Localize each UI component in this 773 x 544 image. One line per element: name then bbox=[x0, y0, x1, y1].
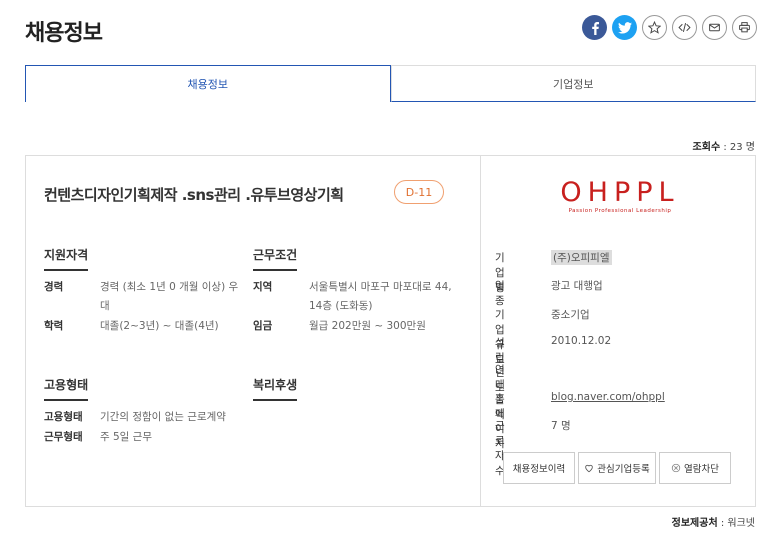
employees-value: 7 명 bbox=[551, 420, 571, 432]
job-title: 컨텐츠디자인기획제작 .sns관리 .유투브영상기획 bbox=[44, 186, 344, 204]
share-toolbar bbox=[582, 15, 757, 40]
industry-value: 광고 대행업 bbox=[551, 280, 603, 292]
dday-badge: D-11 bbox=[394, 180, 444, 204]
facebook-share-button[interactable] bbox=[582, 15, 607, 40]
employment-type-row: 고용형태 기간의 정함이 없는 근로계약 bbox=[44, 408, 254, 427]
company-logo-tagline: Passion Professional Leadership bbox=[568, 208, 672, 214]
education-row: 학력 대졸(2~3년) ~ 대졸(4년) bbox=[44, 317, 254, 336]
region-value: 서울특별시 마포구 마포대로 44, bbox=[309, 281, 452, 293]
job-history-button[interactable]: 채용정보이력 bbox=[503, 452, 575, 484]
work-type-label: 근무형태 bbox=[44, 431, 83, 443]
company-name-value: (주)오피피엘 bbox=[551, 250, 612, 265]
page-title: 채용정보 bbox=[25, 21, 103, 46]
job-card: 컨텐츠디자인기획제작 .sns관리 .유투브영상기획 D-11 지원자격 경력 … bbox=[25, 155, 756, 507]
employment-type-label: 고용형태 bbox=[44, 411, 83, 423]
tab-company-info[interactable]: 기업정보 bbox=[390, 65, 756, 102]
view-count: 조회수 : 23 명 bbox=[693, 138, 755, 153]
twitter-icon bbox=[617, 21, 632, 34]
wage-row: 임금 월급 202만원 ~ 300만원 bbox=[253, 317, 473, 336]
founded-value: 2010.12.02 bbox=[551, 335, 612, 347]
view-count-value: : 23 명 bbox=[723, 142, 755, 153]
view-count-label: 조회수 bbox=[692, 142, 721, 153]
company-logo-text: OHPPL bbox=[560, 177, 680, 208]
region-row: 지역 서울특별시 마포구 마포대로 44, 14층 (도화동) bbox=[253, 278, 473, 316]
education-label: 학력 bbox=[44, 320, 64, 332]
company-size-value: 중소기업 bbox=[551, 309, 590, 321]
wage-label: 임금 bbox=[253, 320, 273, 332]
career-label: 경력 bbox=[44, 281, 64, 293]
star-icon bbox=[648, 21, 661, 34]
section-employment-heading: 고용형태 bbox=[44, 376, 89, 401]
region-label: 지역 bbox=[253, 281, 273, 293]
code-icon bbox=[678, 23, 691, 32]
career-value: 경력 (최소 1년 0 개월 이상) 우 bbox=[100, 281, 239, 293]
job-history-label: 채용정보이력 bbox=[512, 464, 566, 475]
career-row: 경력 경력 (최소 1년 0 개월 이상) 우 대 bbox=[44, 278, 254, 316]
education-value: 대졸(2~3년) ~ 대졸(4년) bbox=[100, 320, 219, 332]
print-icon bbox=[739, 22, 750, 33]
embed-button[interactable] bbox=[672, 15, 697, 40]
heart-icon bbox=[585, 464, 594, 473]
region-value-cont: 14층 (도화동) bbox=[309, 300, 373, 312]
facebook-icon bbox=[591, 21, 599, 35]
company-logo: OHPPL Passion Professional Leadership bbox=[546, 179, 694, 215]
section-qualification-heading: 지원자격 bbox=[44, 246, 89, 271]
block-view-button[interactable]: 열람차단 bbox=[659, 452, 731, 484]
info-source-value: : 워크넷 bbox=[720, 518, 755, 529]
email-share-button[interactable] bbox=[702, 15, 727, 40]
work-type-value: 주 5일 근무 bbox=[100, 431, 152, 443]
homepage-link[interactable]: blog.naver.com/ohppl bbox=[551, 391, 665, 403]
info-source: 정보제공처 : 워크넷 bbox=[672, 514, 755, 529]
mail-icon bbox=[709, 23, 720, 32]
favorite-company-button[interactable]: 관심기업등록 bbox=[578, 452, 656, 484]
section-conditions-heading: 근무조건 bbox=[253, 246, 298, 271]
wage-value: 월급 202만원 ~ 300만원 bbox=[309, 320, 426, 332]
tab-job-info[interactable]: 채용정보 bbox=[25, 65, 391, 102]
block-icon bbox=[671, 463, 681, 473]
section-welfare-heading: 복리후생 bbox=[253, 376, 298, 401]
info-source-label: 정보제공처 bbox=[671, 518, 718, 529]
career-value-cont: 대 bbox=[100, 300, 110, 312]
tab-bar: 채용정보 기업정보 bbox=[25, 65, 756, 102]
work-type-row: 근무형태 주 5일 근무 bbox=[44, 428, 254, 447]
block-view-label: 열람차단 bbox=[684, 464, 719, 475]
industry-label: 업종 bbox=[495, 280, 505, 307]
print-button[interactable] bbox=[732, 15, 757, 40]
employment-type-value: 기간의 정함이 없는 근로계약 bbox=[100, 411, 226, 423]
bookmark-button[interactable] bbox=[642, 15, 667, 40]
job-details-panel: 컨텐츠디자인기획제작 .sns관리 .유투브영상기획 D-11 지원자격 경력 … bbox=[26, 156, 481, 506]
favorite-company-label: 관심기업등록 bbox=[597, 464, 650, 475]
twitter-share-button[interactable] bbox=[612, 15, 637, 40]
